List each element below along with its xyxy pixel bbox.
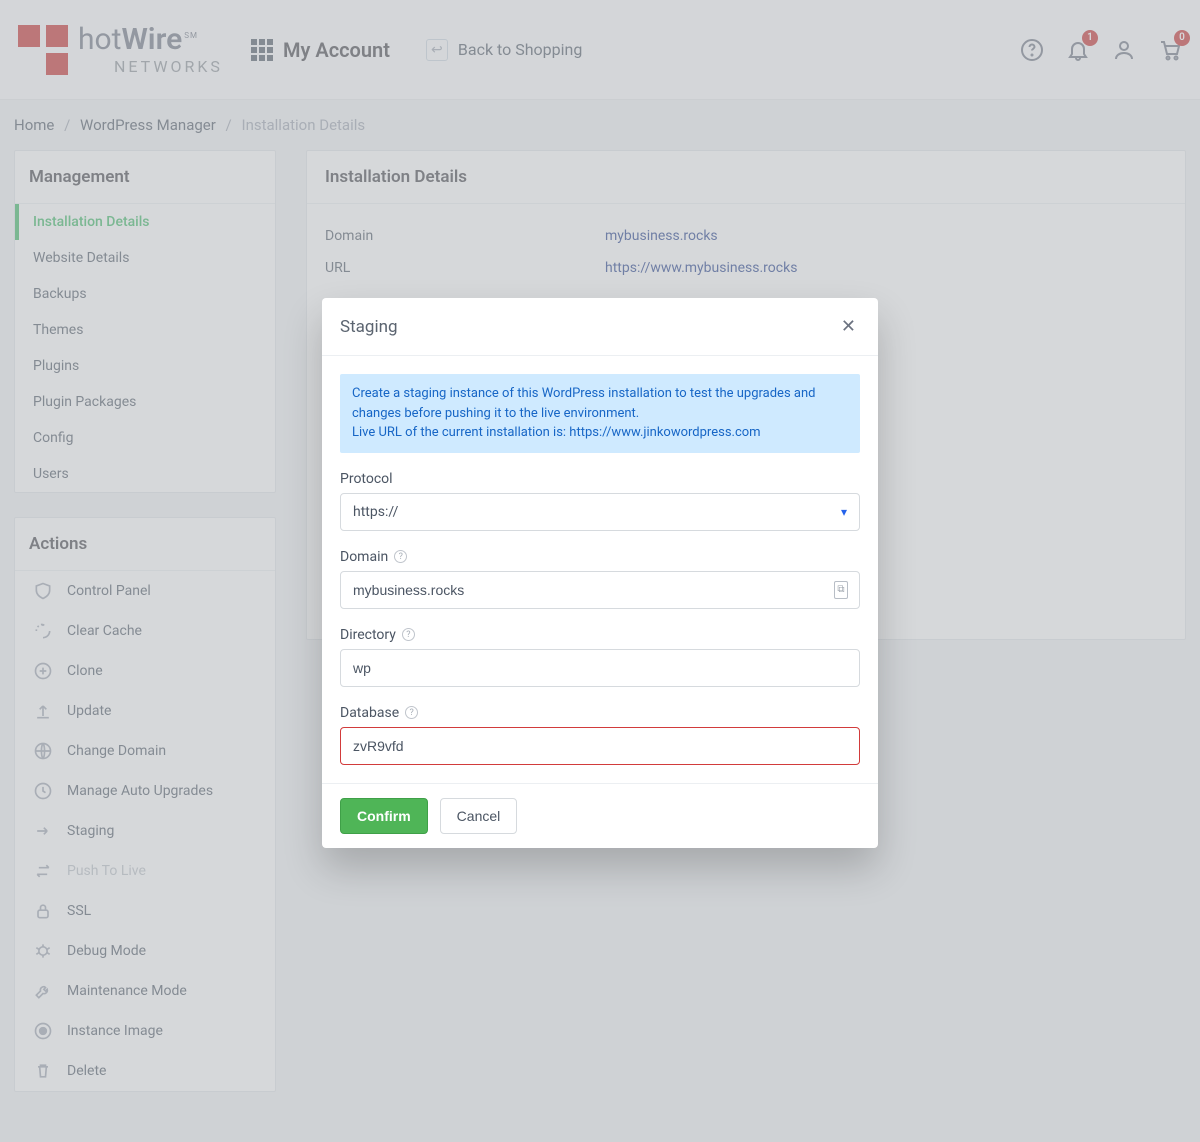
domain-input[interactable] bbox=[340, 571, 860, 609]
help-icon[interactable]: ? bbox=[405, 706, 418, 719]
chevron-down-icon: ▾ bbox=[841, 505, 847, 519]
staging-modal: Staging ✕ Create a staging instance of t… bbox=[322, 298, 878, 848]
domain-label: Domain bbox=[340, 549, 388, 565]
directory-label: Directory bbox=[340, 627, 396, 643]
help-icon[interactable]: ? bbox=[394, 550, 407, 563]
directory-input[interactable] bbox=[340, 649, 860, 687]
info-line2: Live URL of the current installation is:… bbox=[352, 423, 848, 443]
confirm-button[interactable]: Confirm bbox=[340, 798, 428, 834]
modal-title: Staging bbox=[340, 317, 398, 337]
protocol-label: Protocol bbox=[340, 471, 860, 487]
cancel-button[interactable]: Cancel bbox=[440, 798, 518, 834]
modal-overlay: Staging ✕ Create a staging instance of t… bbox=[0, 0, 1200, 1142]
modal-close-button[interactable]: ✕ bbox=[837, 312, 860, 341]
close-icon: ✕ bbox=[841, 316, 856, 336]
info-box: Create a staging instance of this WordPr… bbox=[340, 374, 860, 453]
database-label: Database bbox=[340, 705, 399, 721]
contacts-suggest-icon[interactable]: ⧉ bbox=[834, 581, 848, 599]
info-line1: Create a staging instance of this WordPr… bbox=[352, 384, 848, 423]
database-input[interactable] bbox=[340, 727, 860, 765]
protocol-value: https:// bbox=[353, 504, 398, 520]
help-icon[interactable]: ? bbox=[402, 628, 415, 641]
protocol-select[interactable]: https:// ▾ bbox=[340, 493, 860, 531]
